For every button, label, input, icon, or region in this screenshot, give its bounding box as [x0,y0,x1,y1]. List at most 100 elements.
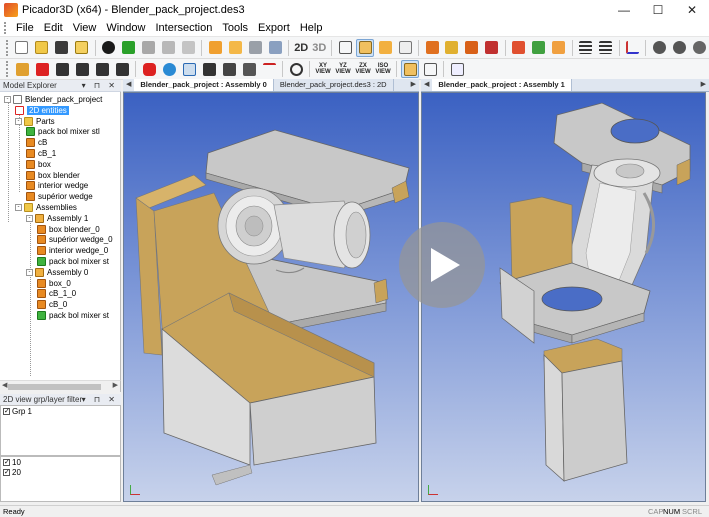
scroll-right-icon[interactable]: ▶ [113,381,118,389]
layer-row[interactable]: ✓ 10 [1,458,120,467]
group-row[interactable]: ✓ Grp 1 [1,407,120,416]
tree-item[interactable]: interior wedge_0 [37,245,108,256]
menu-edit[interactable]: Edit [39,22,68,34]
tree-expander-icon[interactable]: - [26,214,33,222]
tab-assembly-1[interactable]: Blender_pack_project : Assembly 1 [432,79,572,91]
screen-button[interactable] [180,60,198,78]
stop-button[interactable] [140,60,158,78]
zx-view-button[interactable]: ZX VIEW [354,60,372,78]
menu-help[interactable]: Help [295,22,328,34]
tree-item[interactable]: - Parts [15,116,55,127]
scroll-left-icon[interactable]: ◀ [2,381,7,389]
tree-item[interactable]: - Blender_pack_project [4,94,102,105]
tree-item[interactable]: box blender_0 [37,224,100,235]
menu-tools[interactable]: Tools [217,22,253,34]
tab-2d-view[interactable]: Blender_pack_project.des3 : 2D [274,79,394,91]
open-file-button[interactable] [33,39,51,57]
toolbar-grip[interactable] [6,61,9,77]
view-2d-button[interactable]: 2D [292,42,310,54]
export-plt-button[interactable] [113,60,131,78]
tree-item[interactable]: interior wedge [26,180,88,191]
menu-window[interactable]: Window [101,22,150,34]
visibility-button-1[interactable] [650,39,668,57]
tab-assembly-0[interactable]: Blender_pack_project : Assembly 0 [134,79,274,91]
tree-item[interactable]: box blender [26,170,80,181]
zoom-button[interactable] [287,60,305,78]
tab-scroll-left-icon[interactable]: ◀ [123,79,134,91]
tree-item[interactable]: - Assembly 0 [26,267,88,278]
save-button[interactable] [53,39,71,57]
part-add-button[interactable] [120,39,138,57]
align-button-1[interactable] [577,39,595,57]
tree-item[interactable]: supérior wedge_0 [37,234,113,245]
import-button[interactable] [73,39,91,57]
tree-item[interactable]: pack bol mixer stl [26,126,100,137]
cube-outline-button[interactable] [421,60,439,78]
group-button[interactable] [246,39,264,57]
export-3dpdf-button[interactable] [33,60,51,78]
layer-row[interactable]: ✓ 20 [1,468,120,477]
assembly-button[interactable] [206,39,224,57]
part-grey-button-1[interactable] [140,39,158,57]
stack-button-3[interactable] [550,39,568,57]
dimension-button[interactable] [260,60,278,78]
export-dxf-button[interactable] [73,60,91,78]
tree-item[interactable]: pack bol mixer st [37,256,109,267]
align-button-2[interactable] [597,39,615,57]
tree-item[interactable]: box [26,159,51,170]
minimize-button[interactable]: — [607,0,641,20]
edit-part-button[interactable] [13,60,31,78]
scroll-thumb[interactable] [8,384,101,390]
iso-view-button[interactable]: ISO VIEW [374,60,392,78]
tab-scroll-right-icon[interactable]: ▶ [698,79,709,91]
teapot-button[interactable] [100,39,118,57]
new-file-button[interactable] [13,39,31,57]
group-checkbox[interactable]: ✓ [3,408,10,415]
panel-controls[interactable]: ▾ ⊓ ✕ [82,80,118,92]
section-button[interactable] [423,39,441,57]
tree-item[interactable]: - Assemblies [15,202,77,213]
tab-scroll-right-icon[interactable]: ▶ [408,79,419,91]
visibility-button-3[interactable] [690,39,708,57]
hidden-line-button[interactable] [396,39,414,57]
menu-view[interactable]: View [68,22,102,34]
tree-item[interactable]: cB_1_0 [37,288,76,299]
viewport-assembly-0[interactable] [123,92,419,502]
yz-view-button[interactable]: YZ VIEW [334,60,352,78]
assembly-add-button[interactable] [226,39,244,57]
tree-item[interactable]: 2D entities [15,105,69,116]
part-grey-button-3[interactable] [180,39,198,57]
tab-scroll-left-icon[interactable]: ◀ [421,79,432,91]
axis-button[interactable] [624,39,642,57]
cube-view-button[interactable] [401,60,419,78]
tree-horizontal-scrollbar[interactable]: ◀ ▶ [0,380,121,392]
monitor-button[interactable] [448,60,466,78]
toolbar-grip[interactable] [6,39,9,56]
tree-item[interactable]: pack bol mixer st [37,310,109,321]
tree-expander-icon[interactable]: - [15,204,22,211]
menu-intersection[interactable]: Intersection [150,22,217,34]
video-button[interactable] [200,60,218,78]
tree-item[interactable]: cB_1 [26,148,56,159]
stack-button-1[interactable] [510,39,528,57]
tree-expander-icon[interactable]: - [15,117,22,125]
menu-grip[interactable] [4,22,7,34]
part-grey-button-2[interactable] [160,39,178,57]
export-stl-button[interactable] [53,60,71,78]
close-button[interactable]: ✕ [675,0,709,20]
tree-expander-icon[interactable]: - [4,96,11,103]
menu-export[interactable]: Export [253,22,295,34]
view-3d-button[interactable]: 3D [310,42,328,54]
tree-item[interactable]: cB_0 [37,299,67,310]
cut-plane-button[interactable] [443,39,461,57]
export-dwg-button[interactable] [93,60,111,78]
video-play-button[interactable] [399,222,485,308]
camera-button[interactable] [220,60,238,78]
shaded-edges-button[interactable] [356,38,375,57]
wireframe-button[interactable] [336,39,354,57]
colors-button[interactable] [483,39,501,57]
tree-item[interactable]: supérior wedge [26,191,93,202]
tree-expander-icon[interactable]: - [26,268,33,276]
stack-button-2[interactable] [530,39,548,57]
xy-view-button[interactable]: XY VIEW [314,60,332,78]
